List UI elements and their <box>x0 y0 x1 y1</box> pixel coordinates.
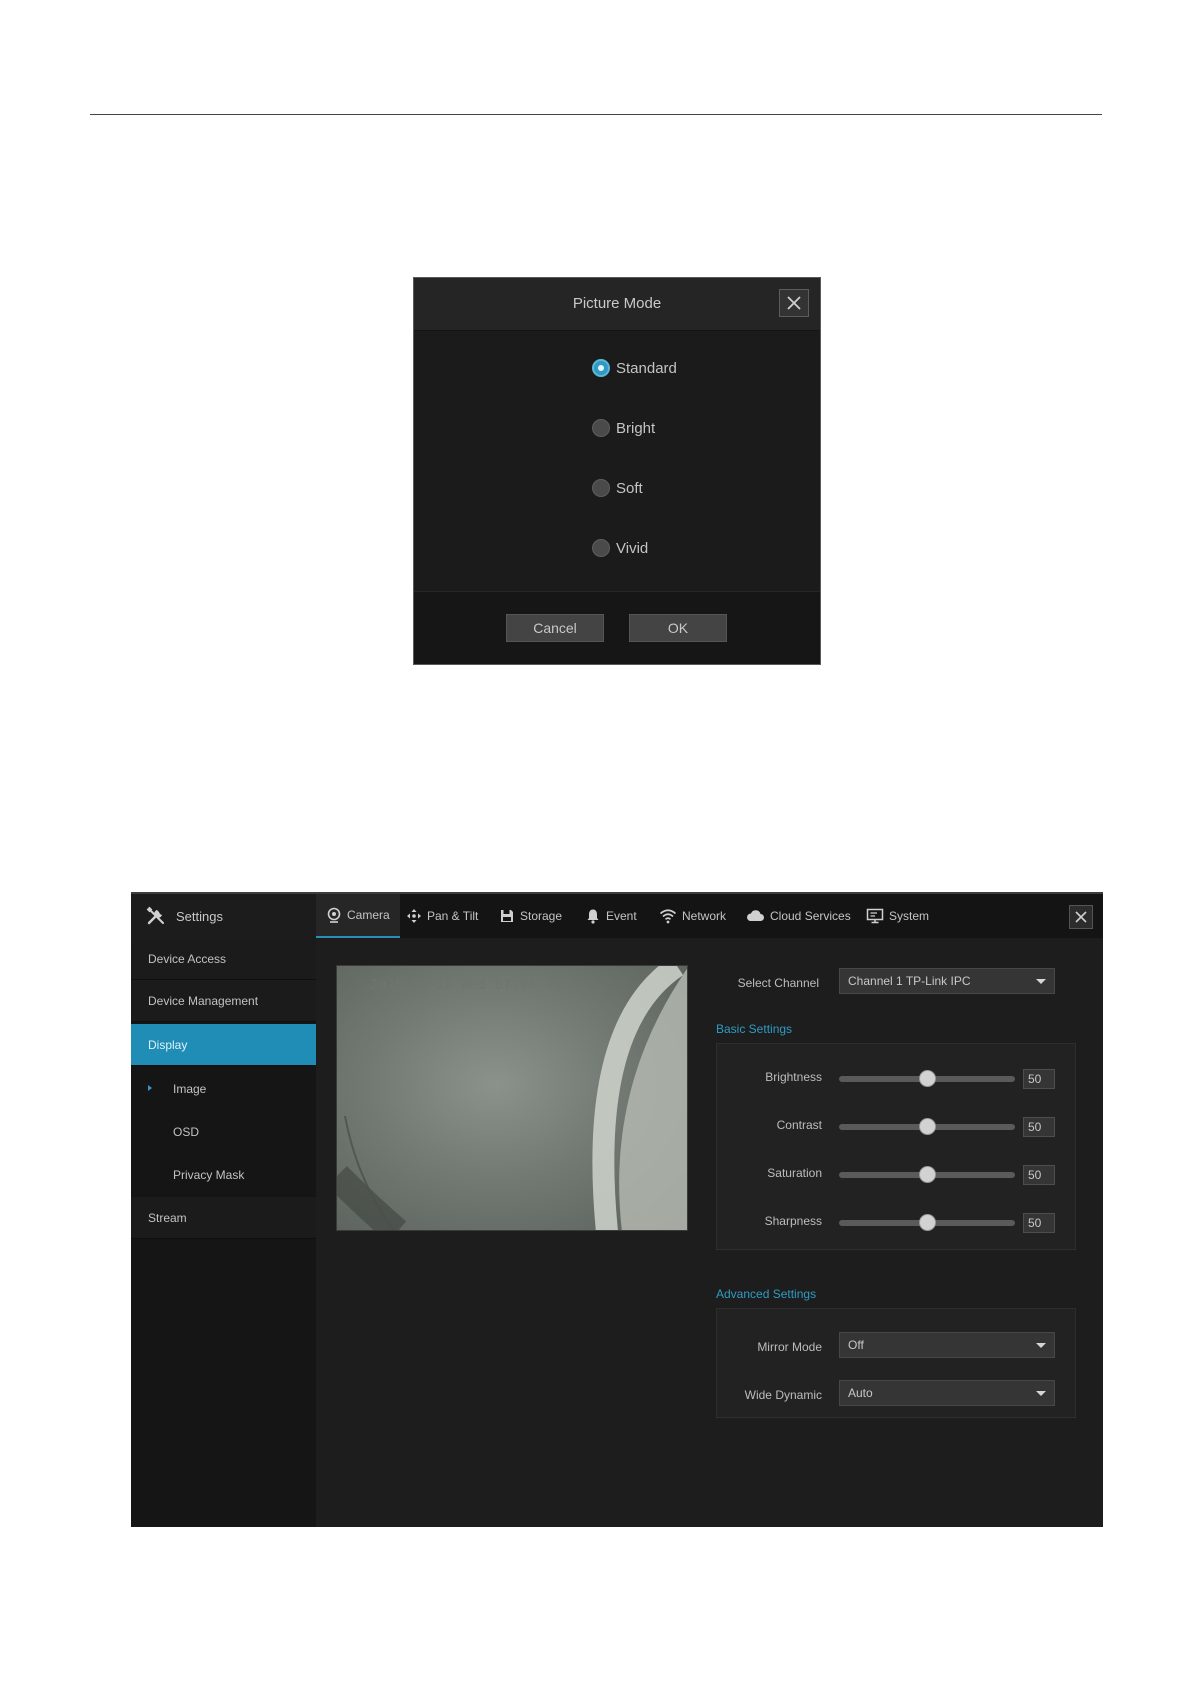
radio-unchecked-icon <box>592 539 610 557</box>
page-divider <box>90 114 1102 115</box>
select-channel-dropdown[interactable]: Channel 1 TP-Link IPC <box>839 968 1055 994</box>
chevron-down-icon <box>1036 979 1046 984</box>
dialog-close-button[interactable] <box>779 289 809 317</box>
tab-label: System <box>889 909 930 923</box>
sharpness-slider-thumb[interactable] <box>918 1214 936 1231</box>
close-icon <box>1075 911 1087 923</box>
sharpness-value[interactable]: 50 <box>1023 1213 1055 1233</box>
brightness-label: Brightness <box>765 1070 822 1084</box>
select-channel-label: Select Channel <box>737 976 819 990</box>
wide-dynamic-label: Wide Dynamic <box>744 1388 822 1402</box>
storage-icon <box>501 910 513 922</box>
sidebar-subitem-label: Image <box>173 1081 207 1096</box>
chevron-down-icon <box>1036 1343 1046 1348</box>
mirror-mode-value: Off <box>848 1338 864 1352</box>
sidebar-subitem-privacy-mask[interactable]: Privacy Mask <box>131 1153 316 1196</box>
tab-label: Cloud Services <box>770 909 851 923</box>
sidebar-item-label: Device Management <box>148 993 259 1008</box>
basic-settings-title: Basic Settings <box>716 1022 793 1036</box>
tab-network[interactable]: Network <box>659 894 726 938</box>
sidebar-subitem-label: Privacy Mask <box>173 1167 245 1182</box>
camera-preview: 2020-11-18 Wed 07:04:41 <box>336 965 688 1231</box>
cancel-button[interactable]: Cancel <box>506 614 604 642</box>
dialog-header: Picture Mode <box>414 278 820 331</box>
settings-window: Settings Camera Pan & Tilt Storage Event… <box>131 892 1103 1527</box>
sidebar-subitem-label: OSD <box>173 1124 200 1139</box>
radio-unchecked-icon <box>592 419 610 437</box>
tab-pan-tilt[interactable]: Pan & Tilt <box>406 894 478 938</box>
radio-soft[interactable]: Soft <box>592 476 643 500</box>
tab-cloud-services[interactable]: Cloud Services <box>745 894 851 938</box>
camera-icon <box>327 907 341 923</box>
wide-dynamic-value: Auto <box>848 1386 873 1400</box>
settings-brand: Settings <box>131 894 316 938</box>
radio-label: Vivid <box>616 539 649 557</box>
radio-vivid[interactable]: Vivid <box>592 536 648 560</box>
mirror-mode-label: Mirror Mode <box>757 1340 822 1354</box>
sidebar-item-display[interactable]: Display <box>131 1024 316 1066</box>
sidebar: Device Access Device Management Display … <box>131 938 316 1527</box>
top-nav-bar: Settings Camera Pan & Tilt Storage Event… <box>131 894 1103 938</box>
tab-system[interactable]: System <box>866 894 929 938</box>
brightness-slider-thumb[interactable] <box>918 1070 936 1087</box>
cloud-icon <box>747 910 764 921</box>
radio-unchecked-icon <box>592 479 610 497</box>
monitor-icon <box>866 908 884 924</box>
caret-right-icon <box>148 1085 152 1091</box>
preview-scene <box>337 966 687 1230</box>
sidebar-item-label: Display <box>148 1037 188 1052</box>
saturation-value[interactable]: 50 <box>1023 1165 1055 1185</box>
osd-timestamp: 2020-11-18 Wed 07:04:41 <box>370 978 562 993</box>
wrench-screwdriver-icon <box>146 906 164 925</box>
radio-bright[interactable]: Bright <box>592 416 655 440</box>
sidebar-subitem-osd[interactable]: OSD <box>131 1110 316 1153</box>
saturation-label: Saturation <box>767 1166 822 1180</box>
bell-icon <box>587 909 599 924</box>
sidebar-item-device-management[interactable]: Device Management <box>131 980 316 1022</box>
sidebar-item-device-access[interactable]: Device Access <box>131 938 316 980</box>
picture-mode-dialog: Picture Mode Standard Bright Soft Vivid … <box>413 277 821 665</box>
tab-label: Storage <box>520 909 563 923</box>
contrast-label: Contrast <box>776 1118 822 1132</box>
tab-camera[interactable]: Camera <box>316 894 400 938</box>
saturation-slider-thumb[interactable] <box>918 1166 936 1183</box>
tab-label: Pan & Tilt <box>427 909 479 923</box>
radio-standard[interactable]: Standard <box>592 356 677 380</box>
settings-label: Settings <box>176 909 223 924</box>
sidebar-subitem-image[interactable]: Image <box>131 1067 316 1110</box>
window-close-button[interactable] <box>1069 905 1093 929</box>
sidebar-item-label: Stream <box>148 1210 187 1225</box>
tab-event[interactable]: Event <box>585 894 637 938</box>
radio-label: Bright <box>616 419 656 437</box>
close-icon <box>787 296 801 310</box>
tab-label: Event <box>606 909 637 923</box>
chevron-down-icon <box>1036 1391 1046 1396</box>
radio-label: Soft <box>616 479 643 497</box>
advanced-settings-title: Advanced Settings <box>716 1287 817 1301</box>
select-channel-value: Channel 1 TP-Link IPC <box>848 974 971 988</box>
tab-label: Camera <box>347 908 390 922</box>
radio-checked-icon <box>592 359 610 377</box>
pan-tilt-icon <box>407 909 421 923</box>
tab-label: Network <box>682 909 727 923</box>
dialog-footer: Cancel OK <box>414 591 820 664</box>
sidebar-item-stream[interactable]: Stream <box>131 1197 316 1239</box>
sidebar-item-label: Device Access <box>148 951 227 966</box>
wifi-icon <box>659 909 677 924</box>
mirror-mode-dropdown[interactable]: Off <box>839 1332 1055 1358</box>
sharpness-label: Sharpness <box>764 1214 822 1228</box>
contrast-slider-thumb[interactable] <box>918 1118 936 1135</box>
wide-dynamic-dropdown[interactable]: Auto <box>839 1380 1055 1406</box>
dialog-title: Picture Mode <box>572 295 662 312</box>
radio-label: Standard <box>616 359 677 377</box>
tab-storage[interactable]: Storage <box>499 894 562 938</box>
contrast-value[interactable]: 50 <box>1023 1117 1055 1137</box>
ok-button[interactable]: OK <box>629 614 727 642</box>
brightness-value[interactable]: 50 <box>1023 1069 1055 1089</box>
